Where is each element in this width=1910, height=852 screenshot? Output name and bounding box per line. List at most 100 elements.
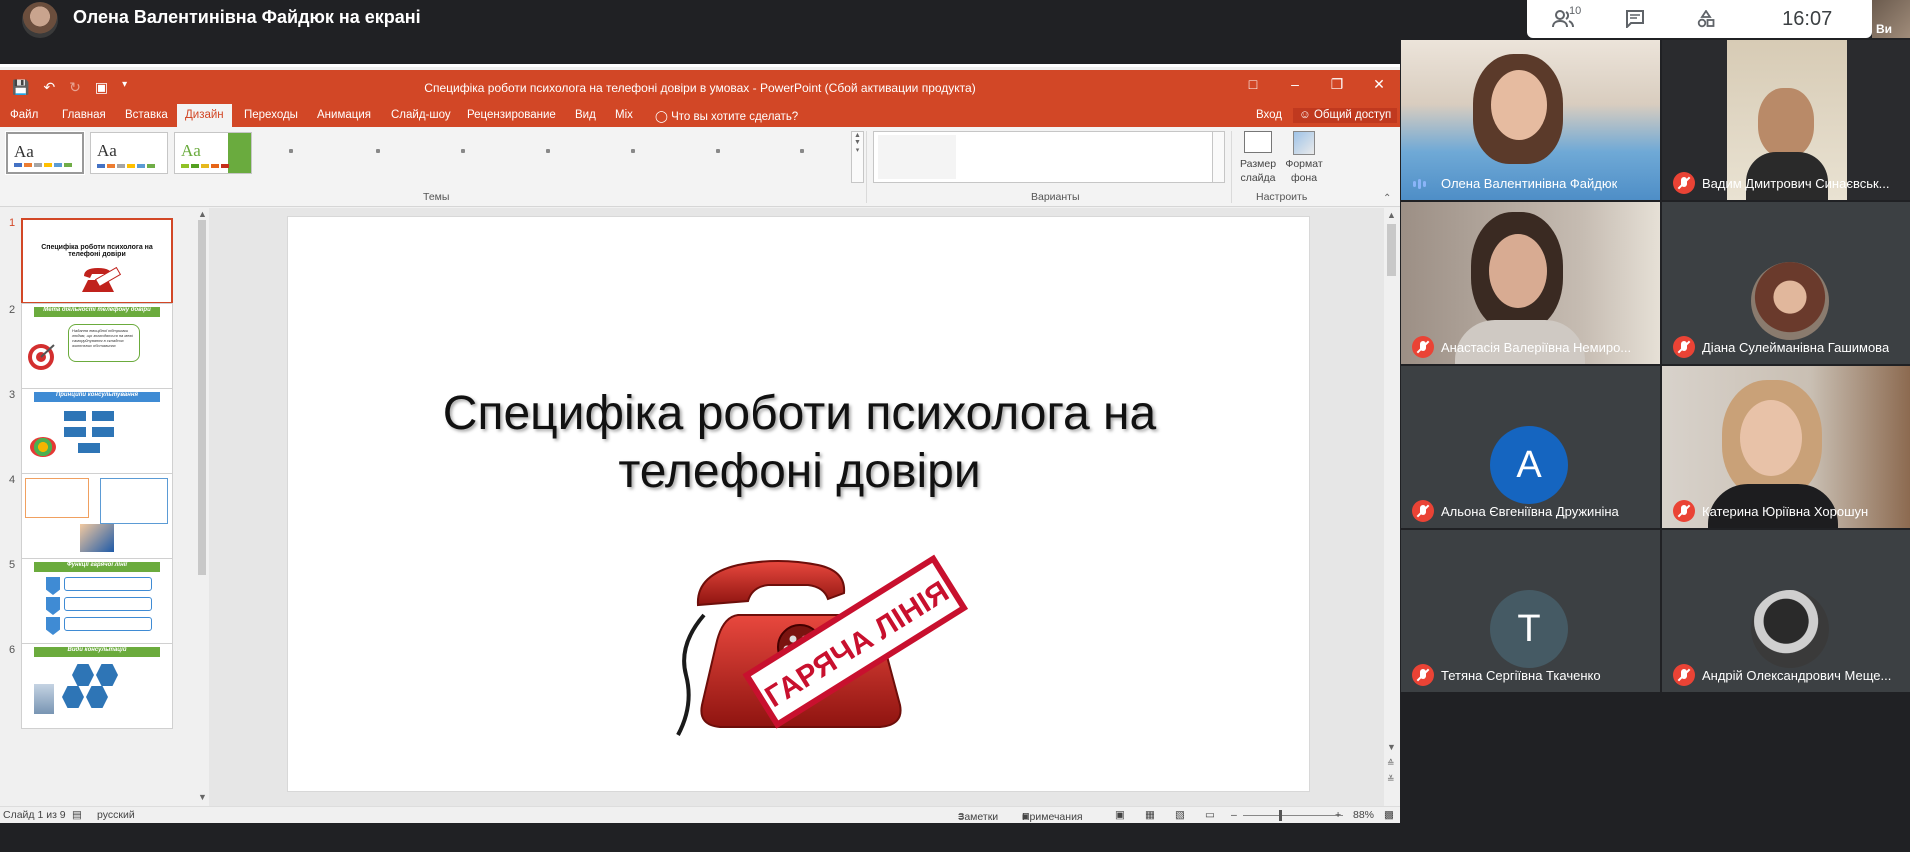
theme-placeholder[interactable] — [716, 149, 720, 153]
screen: Олена Валентинівна Файдюк на екрані 10 1… — [0, 0, 1910, 852]
tab-design[interactable]: Дизайн — [177, 104, 232, 127]
scroll-up-icon[interactable]: ▲ — [198, 209, 207, 219]
participant-tile[interactable]: Катерина Юріївна Хорошун — [1662, 366, 1910, 528]
tab-home[interactable]: Главная — [62, 109, 106, 121]
participant-name: Катерина Юріївна Хорошун — [1702, 504, 1869, 519]
themes-gallery-scroll[interactable]: ▲ ▼ ▾ — [851, 131, 864, 183]
theme-sample-text: Aa — [181, 141, 201, 160]
tab-animations[interactable]: Анимация — [317, 109, 371, 121]
scrollbar-thumb[interactable] — [198, 220, 206, 575]
participant-avatar — [1751, 262, 1829, 340]
tab-file[interactable]: Файл — [10, 109, 38, 121]
sign-in-link[interactable]: Вход — [1256, 109, 1282, 121]
theme-placeholder[interactable] — [800, 149, 804, 153]
slide-scrollbar[interactable]: ▲ ▼ ≙ ≚ — [1384, 208, 1400, 806]
theme-office-2[interactable]: Aa — [90, 132, 168, 174]
share-button[interactable]: ☺ Общий доступ — [1293, 108, 1398, 123]
participants-button[interactable]: 10 — [1527, 0, 1599, 38]
collapse-ribbon-icon[interactable]: ⌃ — [1383, 193, 1391, 204]
participant-tile[interactable]: Анастасія Валеріївна Немиро... — [1401, 202, 1660, 364]
minimize-icon[interactable]: – — [1274, 76, 1316, 93]
language-label[interactable]: русский — [97, 809, 135, 821]
group-label-themes: Темы — [423, 191, 450, 203]
tab-insert[interactable]: Вставка — [125, 109, 168, 121]
tell-me-box[interactable]: ◯ Что вы хотите сделать? — [655, 109, 798, 123]
reading-view-icon[interactable]: ▧ — [1175, 809, 1185, 821]
chat-button[interactable] — [1599, 0, 1671, 38]
slideshow-view-icon[interactable]: ▭ — [1205, 809, 1215, 821]
zoom-slider[interactable] — [1243, 815, 1343, 816]
scroll-down-icon[interactable]: ▼ — [198, 792, 207, 802]
scrollbar-thumb[interactable] — [1387, 224, 1396, 276]
participant-tile[interactable]: Андрій Олександрович Меще... — [1662, 530, 1910, 692]
ribbon-display-icon[interactable]: □ — [1232, 76, 1274, 93]
variants-gallery[interactable] — [873, 131, 1225, 183]
theme-placeholder[interactable] — [461, 149, 465, 153]
slide-size-icon — [1244, 131, 1272, 153]
slide-size-button[interactable]: Размер слайда — [1236, 131, 1280, 185]
hotline-phone-image[interactable]: ГАРЯЧА ЛІНІЯ — [668, 535, 968, 750]
thumbnail-number: 3 — [9, 389, 16, 401]
theme-sample-text: Aa — [14, 142, 34, 161]
spellcheck-icon[interactable]: ▤ — [72, 809, 82, 821]
zoom-level[interactable]: 88% — [1353, 809, 1374, 821]
normal-view-icon[interactable]: ▣ — [1115, 809, 1125, 821]
thumbnail-number: 2 — [9, 304, 16, 316]
tab-slideshow[interactable]: Слайд-шоу — [391, 109, 451, 121]
zoom-slider-handle[interactable] — [1279, 810, 1282, 821]
scroll-up-icon[interactable]: ▲ — [1387, 210, 1396, 220]
tab-review[interactable]: Рецензирование — [467, 109, 556, 121]
slide-thumbnails-pane: 1 Специфіка роботи психолога на телефоні… — [0, 208, 195, 806]
thumbnail-title: Види консультацій — [34, 647, 160, 657]
theme-placeholder[interactable] — [376, 149, 380, 153]
chat-icon — [1625, 10, 1644, 28]
theme-placeholder[interactable] — [631, 149, 635, 153]
participant-tile[interactable]: A Альона Євгеніївна Дружиніна — [1401, 366, 1660, 528]
tab-view[interactable]: Вид — [575, 109, 596, 121]
zoom-out-icon[interactable]: – — [1231, 809, 1237, 821]
person-icon: ☺ — [1299, 109, 1311, 121]
tab-transitions[interactable]: Переходы — [244, 109, 298, 121]
presenter-label: Олена Валентинівна Файдюк на екрані — [73, 7, 421, 27]
participant-name: Альона Євгеніївна Дружиніна — [1441, 504, 1619, 519]
participant-tile[interactable]: T Тетяна Сергіївна Ткаченко — [1401, 530, 1660, 692]
slide-thumbnail-6[interactable]: Види консультацій — [21, 643, 173, 729]
zoom-in-icon[interactable]: + — [1335, 809, 1341, 821]
variant-placeholder[interactable] — [878, 135, 956, 179]
theme-office[interactable]: Aa — [5, 131, 85, 175]
previous-slide-icon[interactable]: ≙ — [1387, 758, 1395, 769]
format-background-button[interactable]: Формат фона — [1282, 131, 1326, 185]
next-slide-icon[interactable]: ≚ — [1387, 774, 1395, 785]
variants-gallery-scroll[interactable] — [1212, 131, 1225, 183]
close-icon[interactable]: ✕ — [1358, 76, 1400, 93]
share-label: Общий доступ — [1313, 109, 1392, 121]
current-slide[interactable]: Специфіка роботи психолога на телефоні д… — [287, 216, 1310, 792]
self-video-thumbnail[interactable]: Ви — [1872, 0, 1910, 38]
slide-title[interactable]: Специфіка роботи психолога на телефоні д… — [288, 385, 1311, 501]
slide-sorter-icon[interactable]: ▦ — [1145, 809, 1155, 821]
slide-title-line-1: Специфіка роботи психолога на — [442, 387, 1157, 440]
participant-tile[interactable]: Олена Валентинівна Файдюк — [1401, 40, 1660, 200]
activities-button[interactable] — [1671, 0, 1743, 38]
participant-tile[interactable]: Вадим Дмитрович Синаєвськ... — [1662, 40, 1910, 200]
slide-size-label: Размер слайда — [1239, 158, 1277, 184]
slide-thumbnail-2[interactable]: Мета діяльності телефону довіри Надання … — [21, 303, 173, 389]
restore-icon[interactable]: ❐ — [1316, 76, 1358, 93]
slide-thumbnail-3[interactable]: Принципи консультування — [21, 388, 173, 474]
scroll-down-icon[interactable]: ▼ — [1387, 742, 1396, 752]
participant-tile[interactable]: Діана Сулейманівна Гашимова — [1662, 202, 1910, 364]
comments-label: Примечания — [1022, 811, 1083, 823]
theme-placeholder[interactable] — [289, 149, 293, 153]
slide-thumbnail-4[interactable] — [21, 473, 173, 559]
thumbnail-body: Надання емоційної підтримки людям, що зн… — [68, 324, 140, 362]
fit-slide-icon[interactable]: ▩ — [1384, 809, 1394, 821]
lightbulb-icon: ◯ — [655, 111, 668, 123]
design-ribbon: Aa Aa Aa ▲ ▼ ▾ Размер слайда Формат фона… — [0, 127, 1400, 207]
tab-mix[interactable]: Mix — [615, 109, 633, 121]
theme-facet[interactable]: Aa — [174, 132, 252, 174]
theme-placeholder[interactable] — [546, 149, 550, 153]
slide-thumbnail-5[interactable]: Функції гарячої лінії — [21, 558, 173, 644]
participant-name: Діана Сулейманівна Гашимова — [1702, 340, 1890, 355]
slide-thumbnail-1[interactable]: Специфіка роботи психолога на телефоні д… — [21, 218, 173, 304]
thumbnails-scrollbar[interactable]: ▲ ▼ — [195, 208, 208, 806]
